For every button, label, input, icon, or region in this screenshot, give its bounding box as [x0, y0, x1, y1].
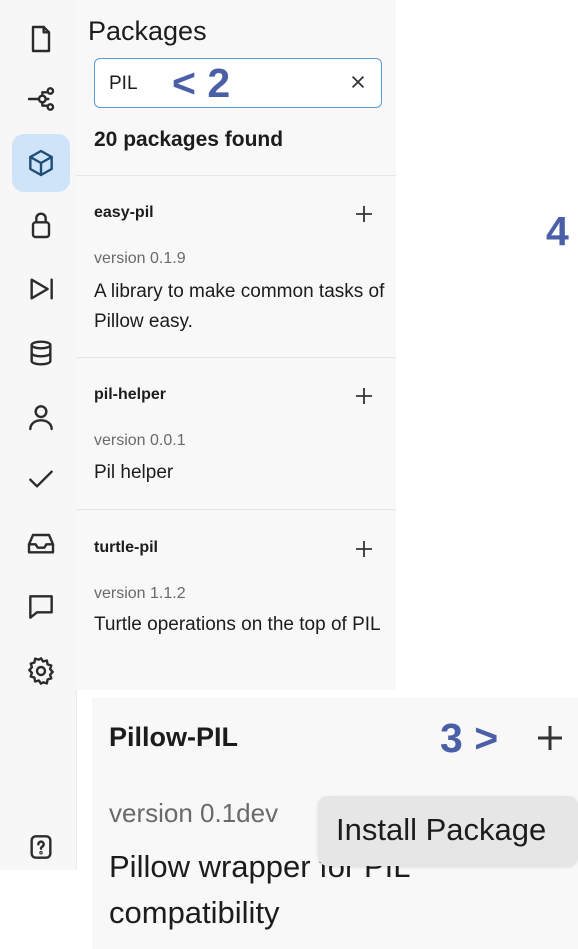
- plus-icon: [356, 206, 372, 222]
- annotation-2: < 2: [172, 60, 231, 106]
- package-description: Pil helper: [94, 462, 174, 483]
- activity-sidebar: [0, 0, 77, 870]
- file-icon[interactable]: [12, 10, 70, 68]
- background-gap: [0, 870, 92, 949]
- add-package-button[interactable]: [352, 202, 376, 226]
- plus-icon: [356, 541, 372, 557]
- package-description: Turtle operations on the top of PIL: [94, 614, 381, 635]
- clear-search-button[interactable]: [345, 69, 371, 95]
- run-icon[interactable]: [12, 260, 70, 318]
- add-package-button[interactable]: [352, 384, 376, 408]
- add-package-button[interactable]: [352, 537, 376, 561]
- database-icon[interactable]: [12, 324, 70, 382]
- results-count: 20 packages found: [94, 128, 284, 151]
- search-box[interactable]: [94, 58, 382, 108]
- chat-icon[interactable]: [12, 578, 70, 636]
- packages-panel: Packages 20 packages found easy-pil vers…: [76, 0, 396, 690]
- plus-icon: [356, 388, 372, 404]
- packages-icon[interactable]: [12, 134, 70, 192]
- package-item[interactable]: pil-helper version 0.0.1 Pil helper: [76, 357, 396, 510]
- package-item[interactable]: turtle-pil version 1.1.2 Turtle operatio…: [76, 509, 396, 691]
- annotation-3: 3 >: [440, 715, 499, 761]
- add-package-button[interactable]: [532, 720, 568, 756]
- package-name: Pillow-PIL: [109, 722, 239, 752]
- package-version: version 0.1.9: [94, 250, 186, 267]
- panel-title: Packages: [88, 16, 207, 46]
- package-name: turtle-pil: [94, 539, 158, 556]
- package-version: version 1.1.2: [94, 585, 186, 602]
- git-branch-icon[interactable]: [12, 70, 70, 128]
- package-name: pil-helper: [94, 386, 167, 403]
- check-icon[interactable]: [12, 450, 70, 508]
- annotation-4: 4: [546, 208, 569, 254]
- package-description: A library to make common tasks of Pillow…: [94, 281, 385, 332]
- package-name: easy-pil: [94, 204, 154, 221]
- package-item[interactable]: easy-pil version 0.1.9 A library to make…: [76, 175, 396, 358]
- inbox-icon[interactable]: [12, 514, 70, 572]
- package-version: version 0.1dev: [109, 798, 279, 828]
- settings-icon[interactable]: [12, 642, 70, 700]
- plus-icon: [538, 726, 562, 750]
- install-package-tooltip: Install Package: [318, 796, 578, 866]
- help-icon[interactable]: [12, 818, 70, 876]
- lock-icon[interactable]: [12, 196, 70, 254]
- package-version: version 0.0.1: [94, 432, 186, 449]
- user-icon[interactable]: [12, 388, 70, 446]
- close-icon: [351, 75, 365, 89]
